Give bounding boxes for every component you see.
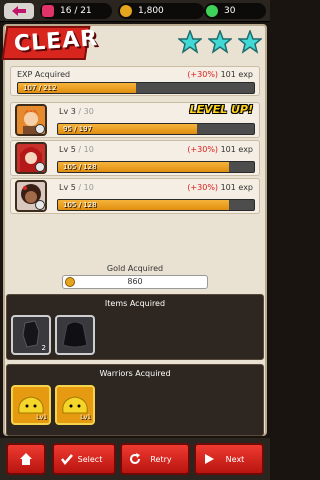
hero-portrait-icon[interactable] xyxy=(15,142,47,174)
exp-title: EXP Acquired xyxy=(17,70,71,79)
class-badge-icon xyxy=(35,162,45,172)
retry-button[interactable]: Retry xyxy=(120,443,190,475)
items-acquired-section: Items Acquired 2 xyxy=(6,294,264,360)
hero-exp-bar-text: 105 / 128 xyxy=(63,163,97,171)
stamina-value: 16 / 21 xyxy=(60,6,92,16)
level-up-label: LEVEL UP! xyxy=(189,103,253,116)
hero-exp-bar: 95 / 197 xyxy=(57,123,255,135)
select-button[interactable]: Select xyxy=(52,443,116,475)
hero-row: Lv 5 / 10 (+30%) 101 exp 105 / 128 xyxy=(10,140,260,176)
star-icon xyxy=(238,30,262,54)
heart-icon xyxy=(42,5,54,17)
class-badge-icon xyxy=(35,124,45,134)
back-button[interactable] xyxy=(4,3,34,19)
warriors-acquired-title: Warriors Acquired xyxy=(99,369,171,378)
home-icon xyxy=(20,453,32,465)
hero-exp-bar: 105 / 128 xyxy=(57,199,255,211)
exp-acquired-box: EXP Acquired (+30%) 101 exp 107 / 212 xyxy=(10,66,260,96)
warrior-slot[interactable]: Lv1 xyxy=(11,385,51,425)
clear-banner: CLEAR xyxy=(1,26,99,60)
hero-exp-gain: (+30%) 101 exp xyxy=(187,183,253,192)
warrior-level: Lv1 xyxy=(36,414,47,421)
star-icon xyxy=(178,30,202,54)
hero-portrait-icon[interactable] xyxy=(15,180,47,212)
next-label: Next xyxy=(225,455,245,464)
gold-coin-icon xyxy=(120,5,132,17)
select-label: Select xyxy=(77,455,103,464)
hero-level: Lv 5 / 10 xyxy=(59,145,94,154)
hero-exp-bar: 105 / 128 xyxy=(57,161,255,173)
star-rating xyxy=(178,30,262,54)
exp-bar-text: 107 / 212 xyxy=(23,84,57,92)
hero-exp-bar-text: 95 / 197 xyxy=(63,125,93,133)
next-button[interactable]: Next xyxy=(194,443,264,475)
bottom-button-bar: Select Retry Next xyxy=(0,438,270,480)
gold-acquired-box: 860 xyxy=(62,275,208,289)
green-gem-icon xyxy=(206,5,218,17)
hero-level: Lv 5 / 10 xyxy=(59,183,94,192)
back-arrow-icon xyxy=(12,6,26,16)
warrior-level: Lv1 xyxy=(80,414,91,421)
gold-acquired-value: 860 xyxy=(127,277,143,286)
hero-level: Lv 3 / 30 xyxy=(59,107,94,116)
gold-acquired-label: Gold Acquired xyxy=(106,264,164,273)
items-acquired-title: Items Acquired xyxy=(104,299,166,308)
class-badge-icon xyxy=(35,200,45,210)
gem-counter: 30 xyxy=(204,3,266,19)
hero-exp-gain: (+30%) 101 exp xyxy=(187,145,253,154)
home-button[interactable] xyxy=(6,443,46,475)
gold-value: 1,800 xyxy=(138,6,164,16)
hero-portrait-icon[interactable] xyxy=(15,104,47,136)
item-slot[interactable]: 2 xyxy=(11,315,51,355)
item-count: 2 xyxy=(41,344,46,352)
gold-counter: 1,800 xyxy=(118,3,204,19)
dark-cloak-icon xyxy=(62,321,88,348)
star-icon xyxy=(208,30,232,54)
stamina-counter: 16 / 21 xyxy=(40,3,112,19)
hero-row: Lv 3 / 30 LEVEL UP! 95 / 197 xyxy=(10,102,260,138)
retry-label: Retry xyxy=(150,455,172,464)
top-bar: 16 / 21 1,800 30 xyxy=(0,0,270,22)
gem-value: 30 xyxy=(224,6,236,16)
warrior-slot[interactable]: Lv1 xyxy=(55,385,95,425)
hero-exp-bar-text: 105 / 128 xyxy=(63,201,97,209)
exp-summary: (+30%) 101 exp xyxy=(187,70,253,79)
warriors-acquired-section: Warriors Acquired Lv1 Lv1 xyxy=(6,364,264,436)
item-slot[interactable] xyxy=(55,315,95,355)
exp-bar: 107 / 212 xyxy=(17,82,255,94)
hero-row: Lv 5 / 10 (+30%) 101 exp 105 / 128 xyxy=(10,178,260,214)
